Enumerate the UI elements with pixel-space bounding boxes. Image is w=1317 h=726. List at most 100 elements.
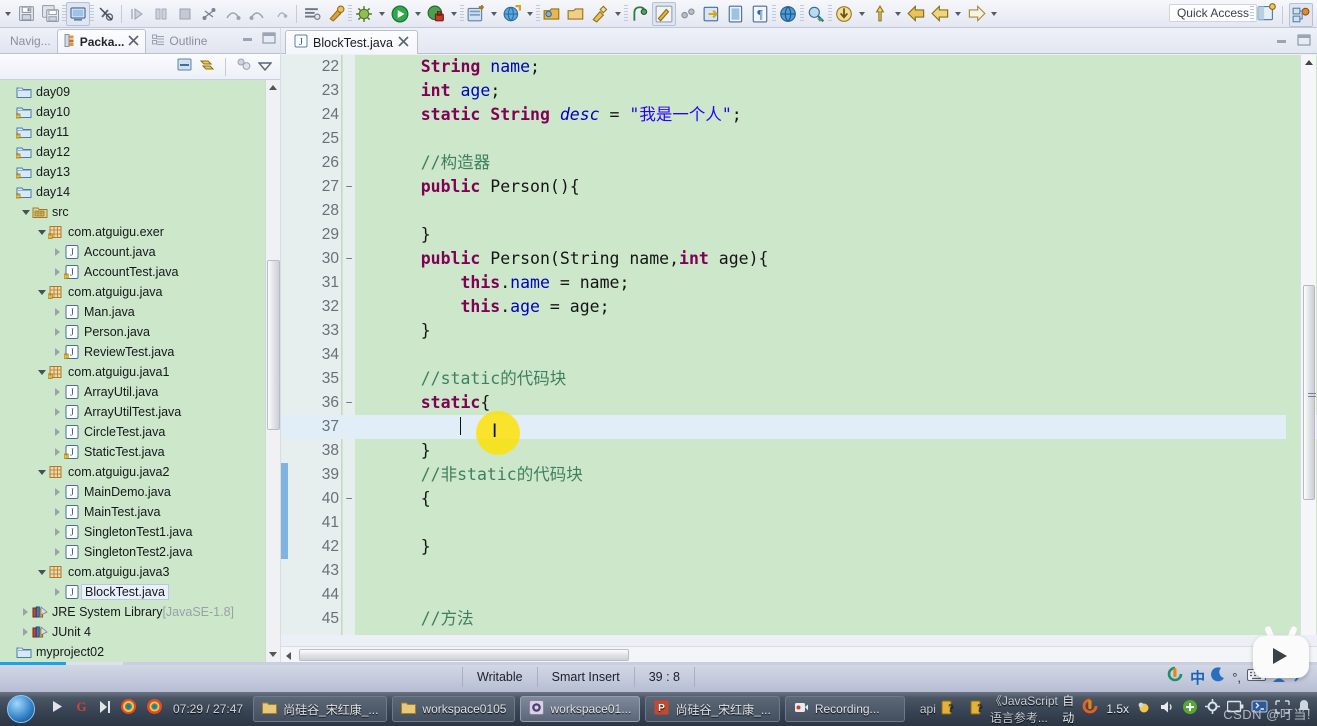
tree-scrollbar[interactable] [265, 80, 280, 662]
code-editor[interactable]: 22 String name; 23 int age; 24 static Stri… [281, 55, 1317, 635]
moon-icon[interactable] [1211, 666, 1226, 688]
code-line-45[interactable]: 45 //方法 [281, 607, 1317, 631]
tree-item-com-atguigu-exer[interactable]: ! com.atguigu.exer [0, 222, 280, 242]
tree-item-src[interactable]: src [0, 202, 280, 222]
scrollbar-thumb[interactable] [299, 649, 629, 661]
open-perspective-icon[interactable] [1257, 3, 1276, 27]
chevron-down-icon[interactable] [36, 467, 47, 478]
back-icon[interactable] [904, 2, 928, 26]
chevron-right-icon[interactable] [52, 487, 63, 498]
open-document-icon[interactable] [724, 2, 748, 26]
quick-access-field[interactable]: Quick Access [1168, 4, 1257, 22]
code-line-40[interactable]: 40− { [281, 487, 1317, 511]
previous-annotation-icon[interactable] [676, 2, 700, 26]
scroll-left-icon[interactable] [286, 652, 291, 660]
toggle-mark-occurrences-icon[interactable] [652, 1, 676, 26]
tree-item-blocktest-java[interactable]: J BlockTest.java [0, 582, 280, 602]
code-line-43[interactable]: 43 [281, 559, 1317, 583]
chevron-right-icon[interactable] [52, 547, 63, 558]
open-task-icon[interactable] [564, 2, 588, 26]
code-line-24[interactable]: 24 static String desc = "我是一个人"; [281, 103, 1317, 127]
tree-item-day10[interactable]: ! day10 [0, 102, 280, 122]
tree-item-man-java[interactable]: J Man.java [0, 302, 280, 322]
tree-item-com-atguigu-java3[interactable]: com.atguigu.java3 [0, 562, 280, 582]
chevron-right-icon[interactable] [52, 427, 63, 438]
code-line-44[interactable]: 44 [281, 583, 1317, 607]
code-line-26[interactable]: 26 //构造器 [281, 151, 1317, 175]
view-menu-icon[interactable] [257, 58, 273, 76]
sogou-icon[interactable] [1081, 698, 1099, 721]
scrollbar-thumb[interactable] [1303, 285, 1316, 500]
add-icon[interactable] [1182, 699, 1198, 720]
code-line-28[interactable]: 28 [281, 199, 1317, 223]
new-package-icon[interactable] [500, 2, 524, 26]
scrollbar-thumb[interactable] [267, 260, 280, 430]
code-line-27[interactable]: 27− public Person(){ [281, 175, 1317, 199]
scroll-up-icon[interactable] [269, 85, 277, 90]
chevron-right-icon[interactable] [20, 607, 31, 618]
toggle-whitespace-icon[interactable]: ¶ [748, 2, 772, 26]
brightness-icon[interactable] [1136, 699, 1152, 720]
maximize-icon[interactable] [262, 31, 276, 49]
tree-item-com-atguigu-java2[interactable]: com.atguigu.java2 [0, 462, 280, 482]
forward-icon[interactable] [964, 2, 988, 26]
fold-toggle-icon[interactable]: − [344, 391, 354, 415]
collapse-all-icon[interactable] [177, 57, 192, 77]
back-dropdown-caret-icon[interactable] [955, 11, 961, 16]
tree-item-arrayutiltest-java[interactable]: J ArrayUtilTest.java [0, 402, 280, 422]
chevron-right-icon[interactable] [52, 327, 63, 338]
maximize-icon[interactable] [1297, 33, 1311, 51]
scroll-up-icon[interactable] [1305, 60, 1313, 65]
coverage-icon[interactable] [424, 2, 448, 26]
chrome2-icon[interactable] [146, 698, 163, 720]
tab-outline[interactable]: Outline [146, 29, 213, 53]
save-icon[interactable] [14, 2, 38, 26]
chevron-down-icon[interactable] [36, 287, 47, 298]
tree-item-maintest-java[interactable]: J MainTest.java [0, 502, 280, 522]
chevron-down-icon[interactable] [36, 227, 47, 238]
tree-item-statictest-java[interactable]: J! StaticTest.java [0, 442, 280, 462]
tree-item-singletontest1-java[interactable]: J SingletonTest1.java [0, 522, 280, 542]
step-into-icon[interactable] [197, 2, 221, 26]
external-tools-icon[interactable] [324, 2, 348, 26]
tree-item-junit-4[interactable]: JUnit 4 [0, 622, 280, 642]
chinese-mode-icon[interactable]: 中 [1190, 667, 1205, 688]
chevron-right-icon[interactable] [52, 447, 63, 458]
link-with-editor-icon[interactable] [199, 57, 215, 77]
run-icon[interactable] [388, 2, 412, 26]
tree-item-day09[interactable]: day09 [0, 82, 280, 102]
code-line-38[interactable]: 38 } [281, 439, 1317, 463]
drop-to-frame-icon[interactable] [269, 2, 293, 26]
chevron-right-icon[interactable] [52, 347, 63, 358]
start-button[interactable] [0, 692, 42, 726]
debug-icon[interactable] [352, 2, 376, 26]
taskbar-item[interactable]: workspace01... [520, 696, 641, 722]
taskbar-item[interactable]: Recording... [784, 696, 905, 722]
tab-package-explorer[interactable]: Packa... [56, 29, 147, 53]
tree-item-account-java[interactable]: J Account.java [0, 242, 280, 262]
code-line-22[interactable]: 22 String name; [281, 55, 1317, 79]
code-line-33[interactable]: 33 } [281, 319, 1317, 343]
tab-navigator[interactable]: Navig... [0, 29, 57, 53]
tree-item-person-java[interactable]: J Person.java [0, 322, 280, 342]
code-line-37[interactable]: 37 [281, 415, 1317, 439]
editor-vertical-scrollbar[interactable] [1300, 55, 1316, 635]
search-reference-icon[interactable] [804, 2, 828, 26]
new-java-project-icon[interactable] [464, 2, 488, 26]
stop-icon[interactable] [173, 2, 197, 26]
code-line-32[interactable]: 32 this.age = age; [281, 295, 1317, 319]
chevron-right-icon[interactable] [52, 527, 63, 538]
java-perspective-icon[interactable] [1289, 3, 1313, 27]
code-line-23[interactable]: 23 int age; [281, 79, 1317, 103]
code-line-31[interactable]: 31 this.name = name; [281, 271, 1317, 295]
video-play-icon[interactable] [1273, 648, 1287, 664]
code-line-36[interactable]: 36− static{ [281, 391, 1317, 415]
chevron-right-icon[interactable] [52, 267, 63, 278]
chevron-down-icon[interactable] [36, 367, 47, 378]
print-icon[interactable] [66, 1, 90, 26]
tree-item-day11[interactable]: ! day11 [0, 122, 280, 142]
halfwidth-icon[interactable]: °, [1232, 670, 1241, 685]
code-lines[interactable]: 22 String name; 23 int age; 24 static Stri… [281, 55, 1317, 631]
taskbar-extra-item[interactable]: ? 《JavaScript 语言参考... [970, 692, 1062, 726]
chevron-right-icon[interactable] [52, 307, 63, 318]
